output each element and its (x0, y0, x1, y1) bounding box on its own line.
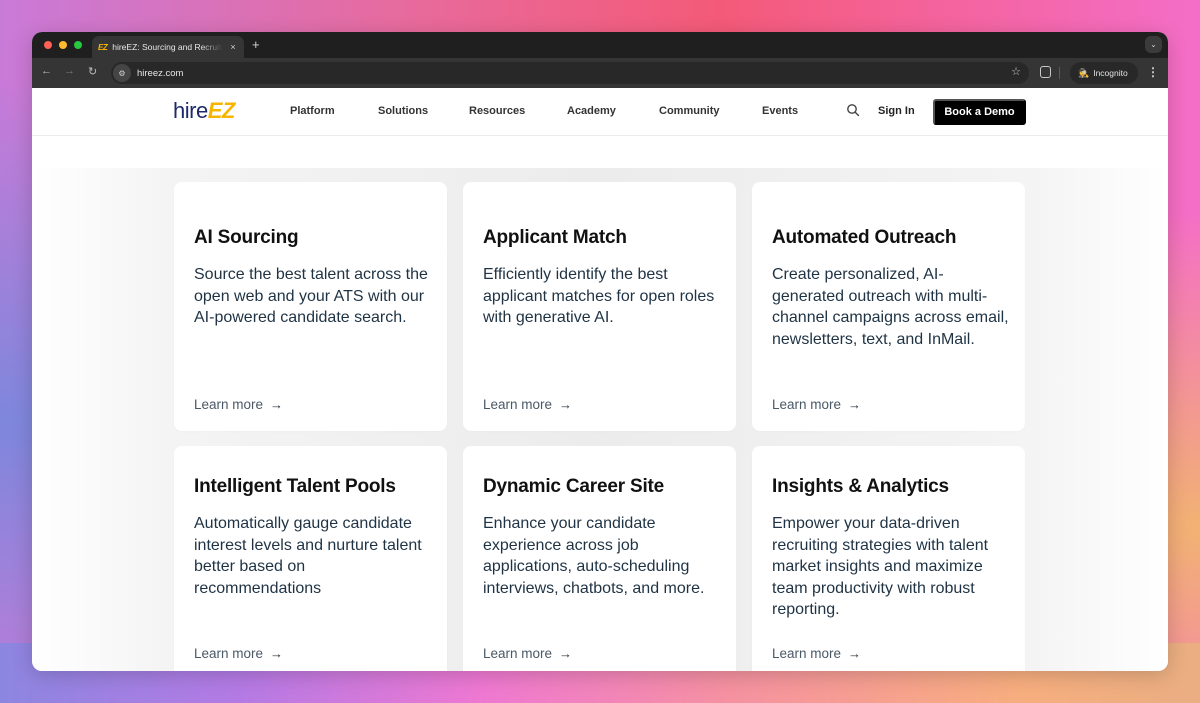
nav-events[interactable]: Events (762, 105, 798, 117)
learn-more-link[interactable]: Learn more → (483, 397, 572, 412)
feature-card[interactable]: Dynamic Career Site Enhance your candida… (463, 446, 736, 671)
logo-text-hire: hire (173, 98, 208, 123)
learn-more-label: Learn more (194, 646, 264, 661)
learn-more-link[interactable]: Learn more → (194, 646, 283, 661)
feature-card[interactable]: Automated Outreach Create personalized, … (752, 182, 1025, 431)
sign-in-link[interactable]: Sign In (878, 105, 915, 117)
hireez-logo[interactable]: hireEZ (173, 98, 235, 124)
favicon-icon: EZ (98, 42, 108, 52)
feature-card[interactable]: Insights & Analytics Empower your data-d… (752, 446, 1025, 671)
browser-menu-icon[interactable]: ⋮ (1147, 65, 1159, 79)
card-description: Create personalized, AI-generated outrea… (772, 266, 1009, 348)
incognito-profile-button[interactable]: 🕵 Incognito (1070, 62, 1138, 84)
tab-title: hireEZ: Sourcing and Recruiting (112, 42, 223, 52)
card-description: Enhance your candidate experience across… (483, 515, 705, 597)
learn-more-label: Learn more (194, 397, 264, 412)
tab-search-icon[interactable]: ⌄ (1145, 36, 1162, 53)
window-controls (44, 41, 82, 49)
learn-more-label: Learn more (483, 646, 553, 661)
card-description: Automatically gauge candidate interest l… (194, 515, 422, 597)
feature-card[interactable]: Applicant Match Efficiently identify the… (463, 182, 736, 431)
card-title: Applicant Match (483, 227, 627, 248)
card-title: Automated Outreach (772, 227, 957, 248)
learn-more-link[interactable]: Learn more → (194, 397, 283, 412)
features-section: AI Sourcing Source the best talent acros… (32, 168, 1168, 671)
incognito-icon: 🕵 (1078, 67, 1090, 78)
search-icon[interactable] (846, 103, 860, 117)
nav-solutions[interactable]: Solutions (378, 105, 428, 117)
learn-more-label: Learn more (772, 646, 842, 661)
logo-text-ez: EZ (207, 98, 236, 123)
nav-academy[interactable]: Academy (567, 105, 616, 117)
forward-arrow-icon[interactable]: → (64, 65, 75, 77)
arrow-right-icon: → (559, 646, 573, 661)
toolbar-divider (1059, 67, 1060, 79)
tab-strip: EZ hireEZ: Sourcing and Recruiting × + ⌄ (32, 32, 1168, 58)
nav-platform[interactable]: Platform (290, 105, 335, 117)
card-title: AI Sourcing (194, 227, 299, 248)
browser-window: EZ hireEZ: Sourcing and Recruiting × + ⌄… (32, 32, 1168, 671)
browser-toolbar: ← → ↻ ⚙ hireez.com ☆ 🕵 Incognito ⋮ (32, 58, 1168, 88)
new-tab-icon[interactable]: + (252, 37, 260, 52)
learn-more-link[interactable]: Learn more → (483, 646, 572, 661)
browser-tab[interactable]: EZ hireEZ: Sourcing and Recruiting × (92, 36, 244, 58)
extensions-icon[interactable] (1040, 66, 1051, 78)
nav-community[interactable]: Community (659, 105, 720, 117)
card-description: Efficiently identify the best applicant … (483, 266, 715, 326)
card-title: Dynamic Career Site (483, 476, 665, 497)
reload-icon[interactable]: ↻ (88, 65, 97, 78)
address-bar[interactable]: ⚙ hireez.com ☆ (111, 62, 1029, 84)
learn-more-label: Learn more (483, 397, 553, 412)
back-arrow-icon[interactable]: ← (41, 65, 52, 77)
site-header: hireEZ Platform Solutions Resources Acad… (32, 88, 1168, 136)
card-title: Intelligent Talent Pools (194, 476, 396, 497)
minimize-window-button[interactable] (59, 41, 67, 49)
card-title: Insights & Analytics (772, 476, 949, 497)
feature-card[interactable]: Intelligent Talent Pools Automatically g… (174, 446, 447, 671)
incognito-label: Incognito (1093, 68, 1128, 78)
arrow-right-icon: → (270, 646, 284, 661)
learn-more-label: Learn more (772, 397, 842, 412)
learn-more-link[interactable]: Learn more → (772, 397, 861, 412)
maximize-window-button[interactable] (74, 41, 82, 49)
site-info-icon[interactable]: ⚙ (113, 64, 131, 82)
feature-card[interactable]: AI Sourcing Source the best talent acros… (174, 182, 447, 431)
card-description: Source the best talent across the open w… (194, 266, 428, 326)
bookmark-star-icon[interactable]: ☆ (1011, 65, 1021, 78)
book-demo-button[interactable]: Book a Demo (933, 99, 1026, 125)
learn-more-link[interactable]: Learn more → (772, 646, 861, 661)
close-window-button[interactable] (44, 41, 52, 49)
arrow-right-icon: → (270, 397, 284, 412)
url-text[interactable]: hireez.com (137, 68, 183, 79)
arrow-right-icon: → (848, 646, 862, 661)
nav-resources[interactable]: Resources (469, 105, 525, 117)
arrow-right-icon: → (848, 397, 862, 412)
arrow-right-icon: → (559, 397, 573, 412)
close-tab-icon[interactable]: × (228, 42, 238, 52)
card-description: Empower your data-driven recruiting stra… (772, 515, 989, 618)
